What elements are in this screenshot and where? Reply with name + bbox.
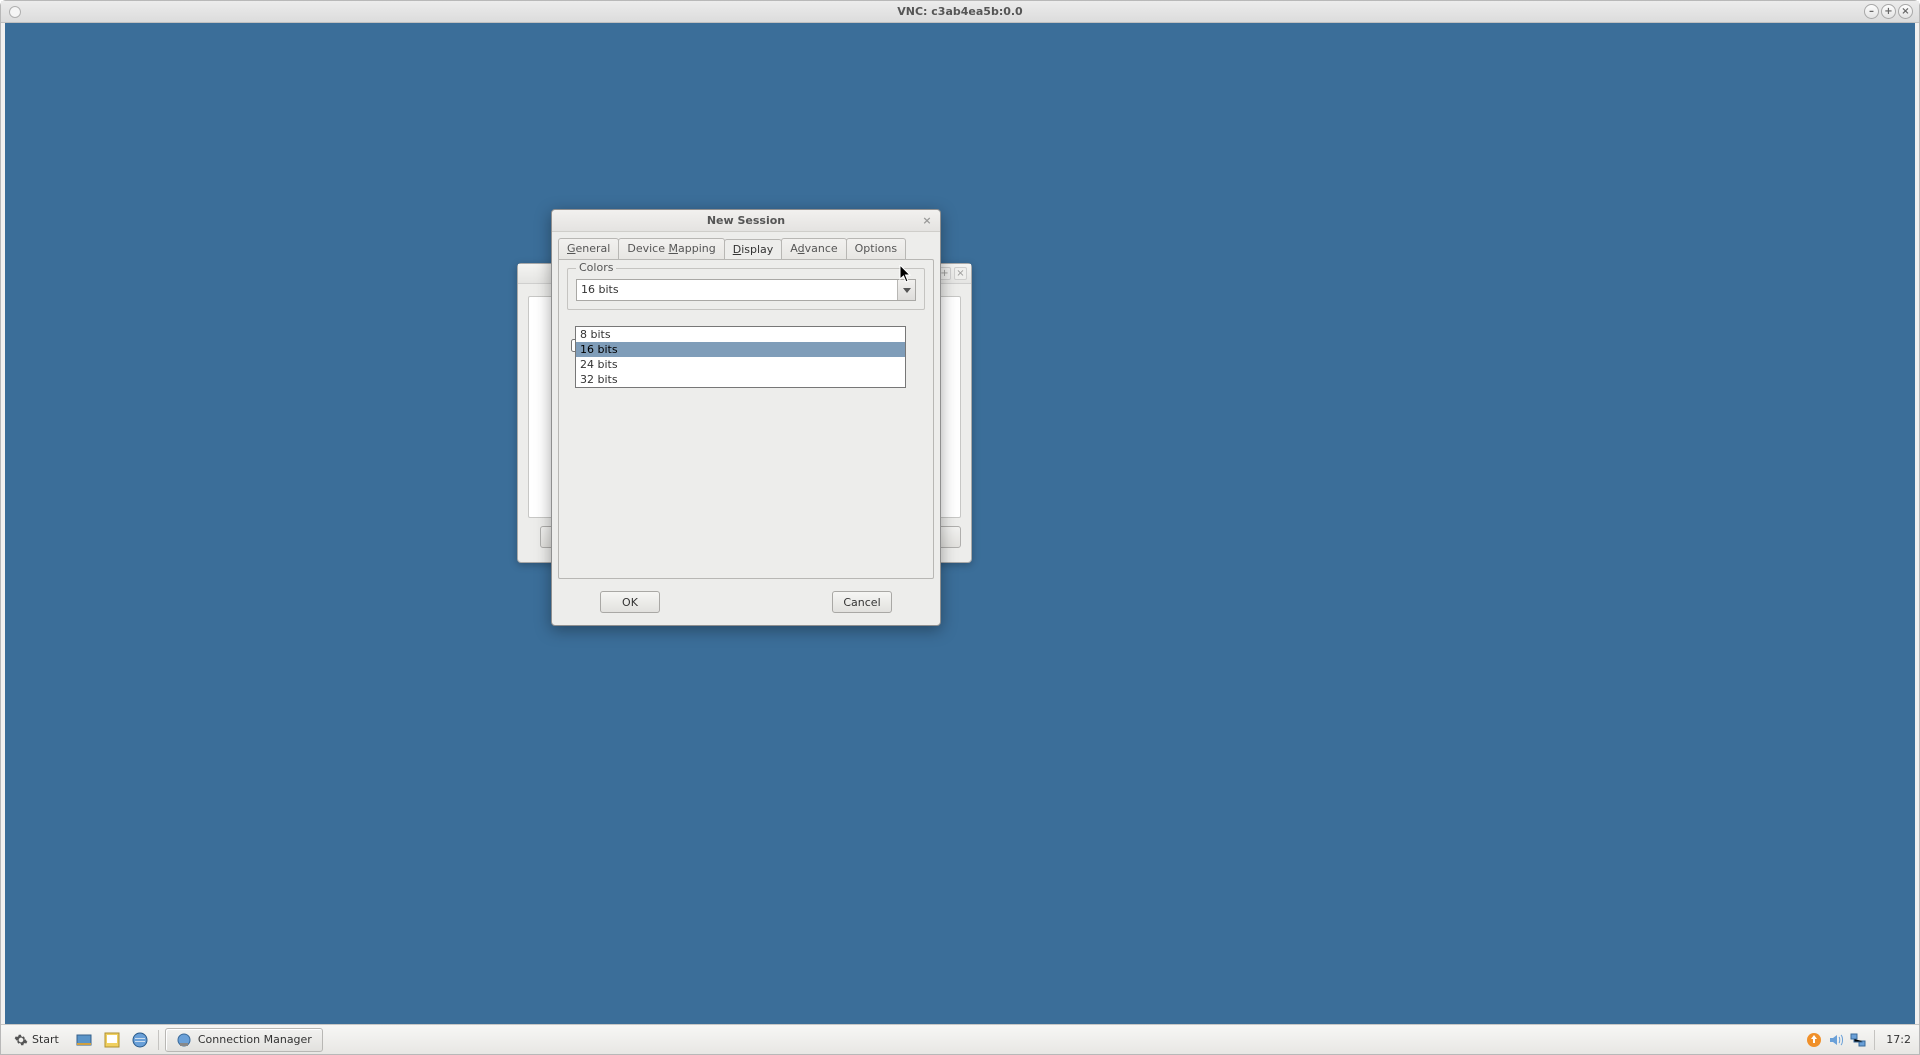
- close-icon[interactable]: ×: [1898, 4, 1913, 19]
- option-32bits[interactable]: 32 bits: [576, 372, 905, 387]
- app-indicator-icon: [9, 6, 21, 18]
- volume-icon[interactable]: [1827, 1031, 1845, 1049]
- colors-fieldset: Colors 16 bits: [567, 268, 925, 310]
- chevron-down-icon: [903, 288, 911, 293]
- tab-device-mapping[interactable]: Device Mapping: [618, 238, 724, 259]
- vnc-window: VNC: c3ab4ea5b:0.0 – + × + × Se gs: [0, 0, 1920, 1055]
- dialog-titlebar[interactable]: New Session ×: [552, 210, 940, 232]
- maximize-icon[interactable]: +: [1881, 4, 1896, 19]
- start-button[interactable]: Start: [5, 1029, 68, 1051]
- network-icon[interactable]: [1849, 1031, 1867, 1049]
- ok-button[interactable]: OK: [600, 591, 660, 613]
- dialog-title: New Session: [707, 214, 785, 227]
- colors-legend: Colors: [576, 261, 616, 274]
- tab-advance[interactable]: Advance: [781, 238, 846, 259]
- tab-options[interactable]: Options: [846, 238, 906, 259]
- task-label: Connection Manager: [198, 1033, 312, 1046]
- system-tray: 17:2: [1805, 1030, 1915, 1050]
- option-24bits[interactable]: 24 bits: [576, 357, 905, 372]
- colors-combo-value: 16 bits: [577, 280, 897, 300]
- connection-manager-icon: [176, 1032, 192, 1048]
- taskbar-task-connection-manager[interactable]: Connection Manager: [165, 1028, 323, 1052]
- colors-combo[interactable]: 16 bits: [576, 279, 916, 301]
- desktop: + × Se gs New Session × General: [5, 23, 1915, 1024]
- dialog-close-icon[interactable]: ×: [920, 214, 934, 228]
- update-icon[interactable]: [1805, 1031, 1823, 1049]
- file-manager-icon[interactable]: [100, 1029, 124, 1051]
- tab-general[interactable]: General: [558, 238, 619, 259]
- new-session-dialog: New Session × General Device Mapping Dis…: [551, 209, 941, 626]
- tab-display[interactable]: Display: [724, 239, 783, 260]
- start-label: Start: [32, 1033, 59, 1046]
- option-8bits[interactable]: 8 bits: [576, 327, 905, 342]
- vnc-titlebar: VNC: c3ab4ea5b:0.0 – + ×: [1, 1, 1919, 23]
- clock[interactable]: 17:2: [1882, 1033, 1915, 1046]
- display-panel: Colors 16 bits 8 bits 16 bits 24 bits: [558, 259, 934, 579]
- gear-icon: [14, 1033, 28, 1047]
- cancel-button[interactable]: Cancel: [832, 591, 892, 613]
- taskbar: Start Connection Manager: [1, 1024, 1919, 1054]
- taskbar-separator: [158, 1030, 159, 1050]
- minimize-icon[interactable]: –: [1864, 4, 1879, 19]
- option-16bits[interactable]: 16 bits: [576, 342, 905, 357]
- tray-separator: [1874, 1030, 1875, 1050]
- browser-icon[interactable]: [128, 1029, 152, 1051]
- bg-close-icon[interactable]: ×: [954, 267, 967, 280]
- colors-dropdown: 8 bits 16 bits 24 bits 32 bits: [575, 326, 906, 388]
- tab-row: General Device Mapping Display Advance O…: [552, 232, 940, 259]
- window-controls: – + ×: [1864, 4, 1913, 19]
- dialog-button-bar: OK Cancel: [552, 585, 940, 625]
- colors-combo-button[interactable]: [897, 280, 915, 300]
- show-desktop-icon[interactable]: [72, 1029, 96, 1051]
- vnc-title: VNC: c3ab4ea5b:0.0: [897, 5, 1022, 18]
